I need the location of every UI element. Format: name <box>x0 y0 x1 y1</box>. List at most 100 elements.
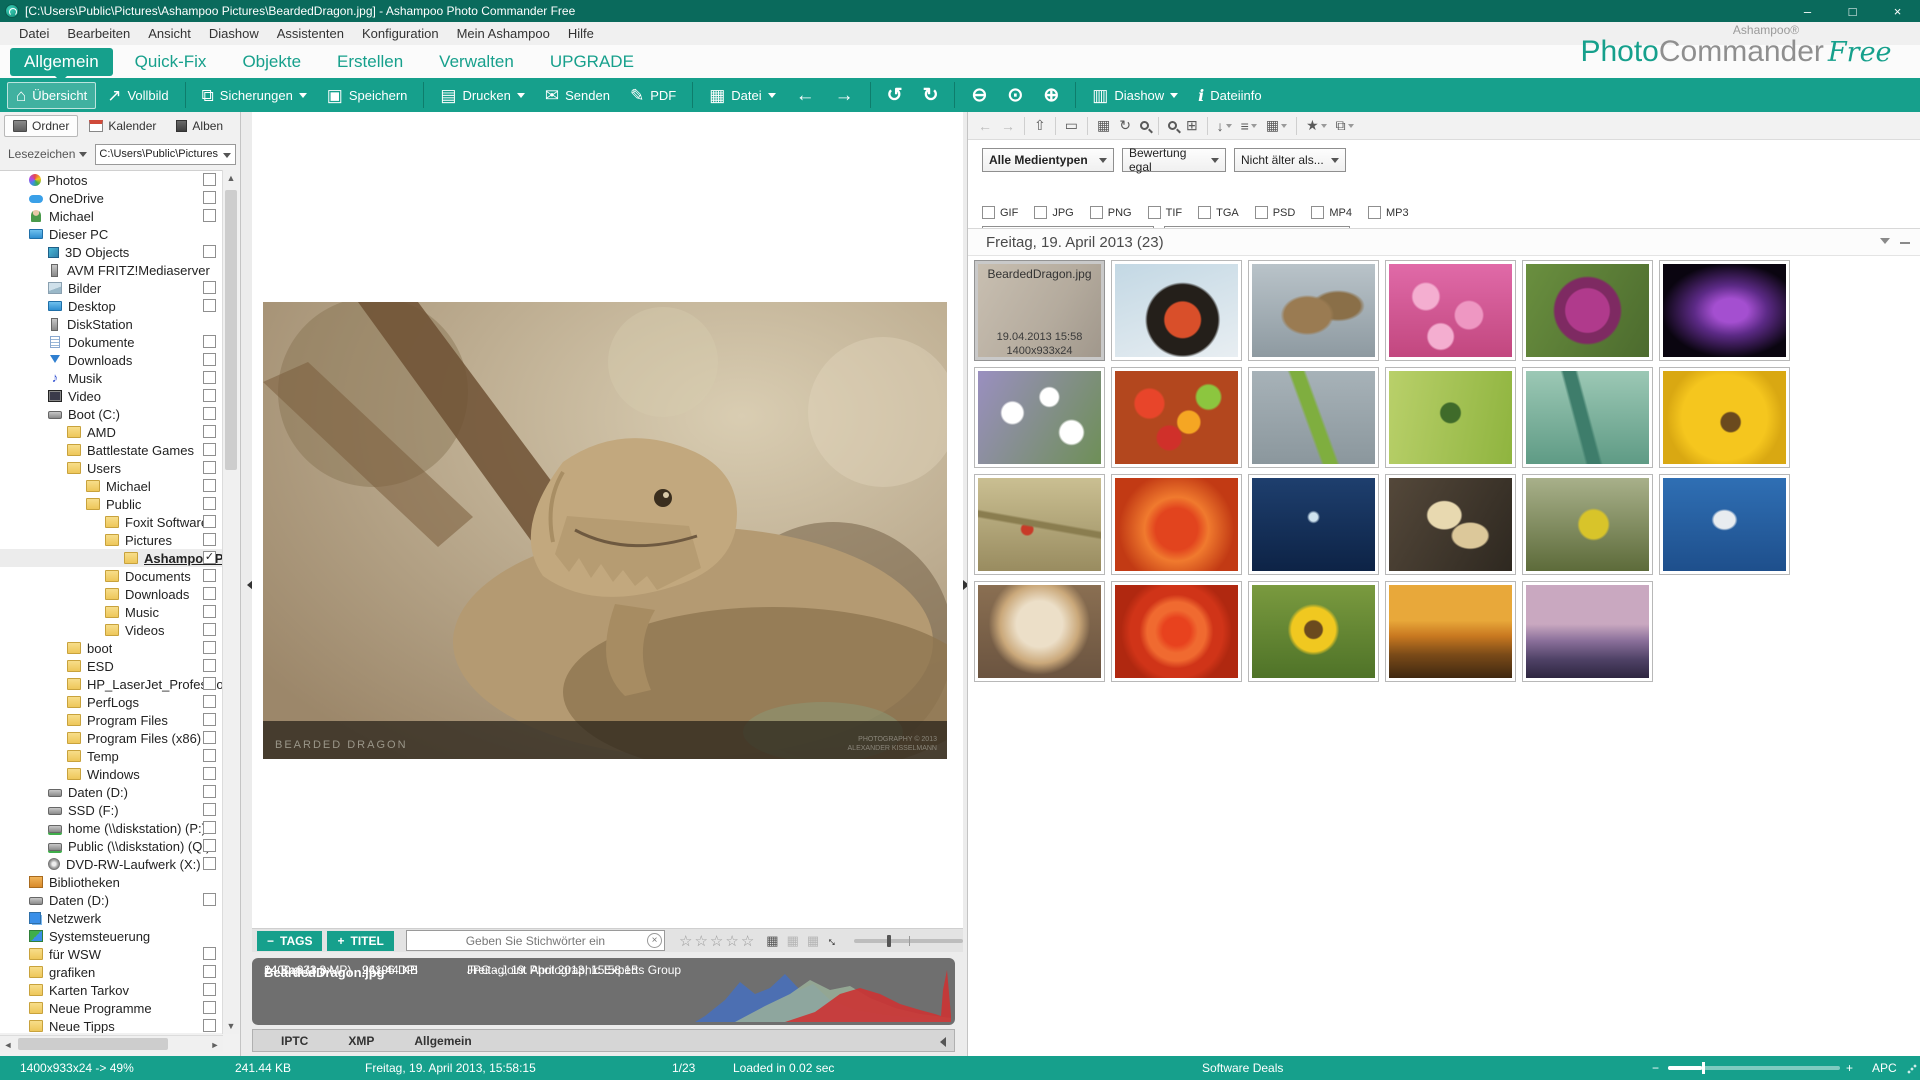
tree-item[interactable]: grafiken <box>0 963 223 981</box>
thumbnail-orange-rose[interactable] <box>1111 581 1242 682</box>
sidebar-view-ordner[interactable]: Ordner <box>4 115 78 137</box>
thumbnail-size-slider[interactable] <box>854 939 963 943</box>
format-filter-tif[interactable]: TIF <box>1148 206 1183 219</box>
rotl-button[interactable]: ↺ <box>878 82 912 109</box>
tab-allgemein[interactable]: Allgemein <box>10 48 113 76</box>
zoom-in-status-icon[interactable]: + <box>1846 1061 1853 1075</box>
scrollbar-thumb[interactable] <box>18 1038 168 1050</box>
tree-item-checkbox[interactable] <box>203 281 216 294</box>
tree-item[interactable]: Dokumente <box>0 333 223 351</box>
sort-icon[interactable]: ↓ <box>1217 118 1232 134</box>
detail-view-icon[interactable]: ▦ <box>1266 117 1287 134</box>
tree-item[interactable]: DVD-RW-Laufwerk (X:) <box>0 855 223 873</box>
tree-item[interactable]: Public <box>0 495 223 513</box>
star-icon[interactable]: ☆ <box>741 932 754 950</box>
menu-item-assistenten[interactable]: Assistenten <box>268 26 353 41</box>
tree-item-checkbox[interactable] <box>203 515 216 528</box>
sicherungen-button[interactable]: ⧉Sicherungen <box>193 82 316 109</box>
menu-item-bearbeiten[interactable]: Bearbeiten <box>58 26 139 41</box>
tree-item[interactable]: AVM FRITZ!Mediaserver <box>0 261 223 279</box>
zoomin-button[interactable]: ⊕ <box>1034 82 1068 109</box>
thumbnail-yellow-bird[interactable] <box>1522 474 1653 575</box>
tree-item[interactable]: PerfLogs <box>0 693 223 711</box>
format-filter-png[interactable]: PNG <box>1090 206 1132 219</box>
resize-grip-icon[interactable] <box>1907 1064 1917 1074</box>
tree-item[interactable]: DiskStation <box>0 315 223 333</box>
thumbnail-green-fly[interactable] <box>1385 367 1516 468</box>
format-filter-mp3[interactable]: MP3 <box>1368 206 1409 219</box>
tree-item-checkbox[interactable] <box>203 857 216 870</box>
tree-item[interactable]: Desktop <box>0 297 223 315</box>
minimize-button[interactable]: – <box>1785 0 1830 22</box>
tree-item-checkbox[interactable] <box>203 731 216 744</box>
tree-item-checkbox[interactable] <box>203 461 216 474</box>
maximize-button[interactable]: □ <box>1830 0 1875 22</box>
tree-horizontal-scrollbar[interactable]: ◄ ► <box>0 1035 223 1052</box>
datei-button[interactable]: ▦Datei <box>700 82 784 109</box>
tree-item[interactable]: Users <box>0 459 223 477</box>
tree-item[interactable]: home (\\diskstation) (P:) <box>0 819 223 837</box>
tree-item[interactable]: Dieser PC <box>0 225 223 243</box>
folder-add-icon[interactable]: ⊞ <box>1186 117 1198 134</box>
path-combobox[interactable]: C:\Users\Public\Pictures <box>95 144 236 165</box>
metadata-tab-xmp[interactable]: XMP <box>348 1034 374 1048</box>
tree-item-checkbox[interactable] <box>203 641 216 654</box>
rotr-button[interactable]: ↻ <box>914 82 948 109</box>
tree-item-checkbox[interactable]: ✓ <box>203 551 216 564</box>
tree-item[interactable]: Photos <box>0 171 223 189</box>
tree-item-checkbox[interactable] <box>203 1001 216 1014</box>
rating-filter-icon[interactable]: ★ <box>1306 117 1327 134</box>
diashow-button[interactable]: ▥Diashow <box>1083 82 1187 109</box>
tree-item-checkbox[interactable] <box>203 353 216 366</box>
format-filter-jpg[interactable]: JPG <box>1034 206 1073 219</box>
thumbnail-daisies[interactable] <box>974 367 1105 468</box>
thumbnail-sunset-grass[interactable] <box>1385 581 1516 682</box>
tree-item[interactable]: Systemsteuerung <box>0 927 223 945</box>
scroll-left-icon[interactable]: ◄ <box>0 1037 16 1052</box>
sidebar-view-alben[interactable]: Alben <box>167 115 232 137</box>
zoomout-button[interactable]: ⊖ <box>962 82 996 109</box>
slider-thumb[interactable] <box>887 935 891 947</box>
tree-item-checkbox[interactable] <box>203 335 216 348</box>
thumbnail-purple-smoke[interactable] <box>1659 260 1790 361</box>
tree-item-checkbox[interactable] <box>203 533 216 546</box>
tree-item[interactable]: Foxit Software <box>0 513 223 531</box>
tree-item-checkbox[interactable] <box>203 821 216 834</box>
pdf-button[interactable]: ✎PDF <box>621 82 685 109</box>
star-icon[interactable]: ☆ <box>679 932 692 950</box>
tree-item-checkbox[interactable] <box>203 965 216 978</box>
tree-item-checkbox[interactable] <box>203 983 216 996</box>
tree-item[interactable]: SSD (F:) <box>0 801 223 819</box>
folder-search-icon[interactable] <box>1168 121 1177 130</box>
refresh-icon[interactable]: ↻ <box>1119 117 1131 134</box>
tree-item-checkbox[interactable] <box>203 677 216 690</box>
format-filter-mp4[interactable]: MP4 <box>1311 206 1352 219</box>
bersicht-button[interactable]: ⌂Übersicht <box>7 82 96 109</box>
tree-item-checkbox[interactable] <box>203 1019 216 1032</box>
menu-item-ansicht[interactable]: Ansicht <box>139 26 200 41</box>
preview-icon[interactable]: ▦ <box>766 933 778 949</box>
tree-item-checkbox[interactable] <box>203 371 216 384</box>
keyword-input[interactable] <box>406 930 665 951</box>
thumbnail-bee-on-flower[interactable] <box>1659 367 1790 468</box>
tab-upgrade[interactable]: UPGRADE <box>536 48 648 76</box>
tree-item[interactable]: boot <box>0 639 223 657</box>
tree-item-checkbox[interactable] <box>203 623 216 636</box>
scrollbar-thumb[interactable] <box>225 190 237 470</box>
thumbnail-grass-ladybug[interactable] <box>974 474 1105 575</box>
format-filter-gif[interactable]: GIF <box>982 206 1018 219</box>
close-button[interactable]: × <box>1875 0 1920 22</box>
tree-item[interactable]: Daten (D:) <box>0 891 223 909</box>
tree-item-checkbox[interactable] <box>203 389 216 402</box>
tree-item[interactable]: Program Files <box>0 711 223 729</box>
media-type-select[interactable]: Alle Medientypen <box>982 148 1114 172</box>
sidebar-view-kalender[interactable]: Kalender <box>80 115 165 137</box>
stack-view-icon[interactable]: ⧉ <box>1336 117 1354 134</box>
tree-item-checkbox[interactable] <box>203 659 216 672</box>
menu-item-mein-ashampoo[interactable]: Mein Ashampoo <box>448 26 559 41</box>
tab-erstellen[interactable]: Erstellen <box>323 48 417 76</box>
selection-frame-icon[interactable]: ▭ <box>1065 117 1078 134</box>
tree-item[interactable]: AMD <box>0 423 223 441</box>
software-deals-link[interactable]: Software Deals <box>1202 1061 1283 1075</box>
tree-item-checkbox[interactable] <box>203 947 216 960</box>
